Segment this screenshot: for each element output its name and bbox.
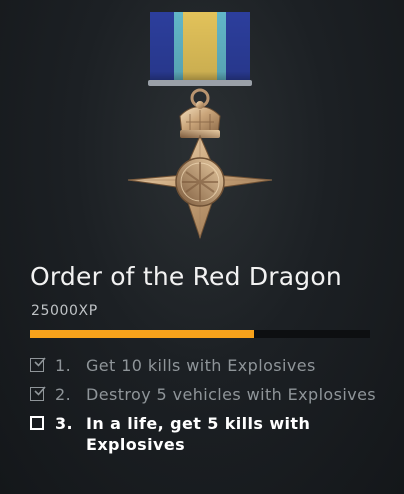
checkbox-empty-icon [30, 416, 44, 430]
objective-3: 3. In a life, get 5 kills with Explosive… [30, 413, 380, 455]
ribbon [148, 12, 252, 86]
objective-number: 3. [55, 414, 74, 433]
objective-1: 1. Get 10 kills with Explosives [30, 355, 380, 376]
progress-bar [30, 330, 370, 338]
objective-text: Destroy 5 vehicles with Explosives [86, 385, 377, 404]
crown [179, 101, 221, 138]
objective-text: Get 10 kills with Explosives [86, 356, 316, 375]
award-title: Order of the Red Dragon [30, 262, 342, 291]
objective-list: 1. Get 10 kills with Explosives 2. Destr… [30, 355, 380, 463]
objective-number: 1. [55, 356, 72, 375]
checkbox-checked-icon [30, 357, 46, 372]
award-xp: 25000XP [31, 303, 98, 319]
objective-number: 2. [55, 385, 72, 404]
star [127, 134, 273, 240]
medal-icon [127, 12, 273, 240]
progress-fill [30, 330, 255, 338]
objective-text: In a life, get 5 kills with Explosives [86, 414, 311, 454]
checkbox-checked-icon [30, 386, 46, 401]
award-card: Order of the Red Dragon 25000XP 1. Get 1… [0, 0, 404, 494]
objective-2: 2. Destroy 5 vehicles with Explosives [30, 384, 380, 405]
